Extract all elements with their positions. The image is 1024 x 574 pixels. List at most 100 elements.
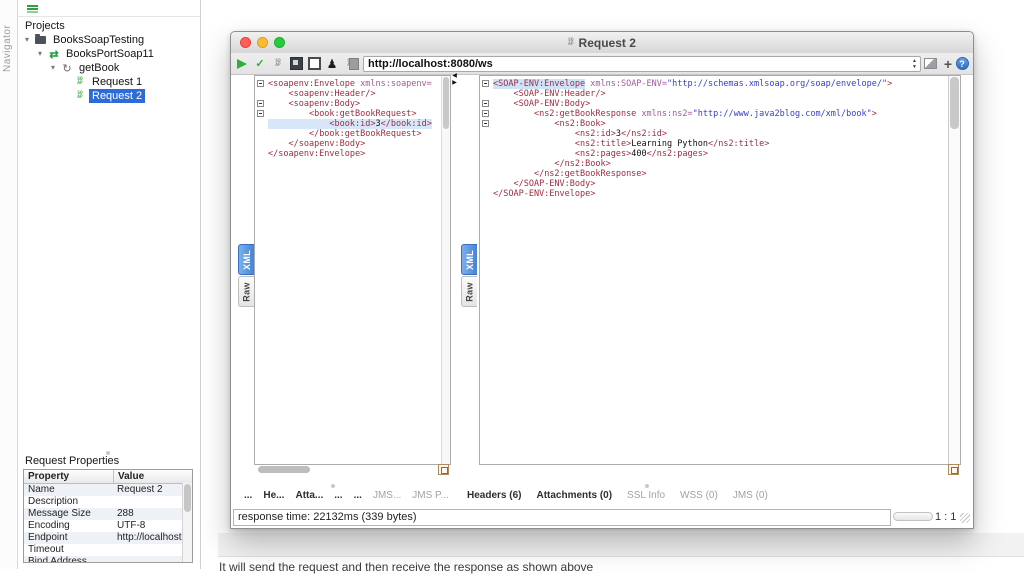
xml-line[interactable]: </soapenv:Body> xyxy=(255,139,440,149)
submit-request-button[interactable] xyxy=(235,56,249,71)
property-row[interactable]: Message Size288 xyxy=(24,508,192,520)
tree-item-request-2[interactable]: SOAPRequest 2 xyxy=(18,89,199,103)
zoom-button[interactable] xyxy=(274,37,285,48)
property-value[interactable]: UTF-8 xyxy=(113,520,192,532)
clone-request-button[interactable]: ♟ xyxy=(325,56,339,71)
property-value[interactable] xyxy=(113,544,192,556)
splitter-grip-icon[interactable] xyxy=(645,484,649,488)
minimize-button[interactable] xyxy=(257,37,268,48)
scrollbar-thumb[interactable] xyxy=(184,484,191,512)
xml-line[interactable]: <book:id>3</book:id> xyxy=(255,119,440,129)
panel-tab[interactable]: Attachments (0) xyxy=(536,490,612,501)
properties-scrollbar[interactable] xyxy=(182,483,192,562)
expand-caret-icon[interactable]: ▾ xyxy=(48,61,58,75)
property-row[interactable]: NameRequest 2 xyxy=(24,484,192,496)
xml-line[interactable]: <soapenv:Body> xyxy=(255,99,440,109)
property-value[interactable] xyxy=(113,496,192,508)
request-xml-editor[interactable]: <soapenv:Envelope xmlns:soapenv= <soapen… xyxy=(254,75,451,465)
xml-line[interactable]: <ns2:pages>400</ns2:pages> xyxy=(480,149,947,159)
collapse-right-icon[interactable]: ▶ xyxy=(452,80,457,87)
panel-tab[interactable]: Atta... xyxy=(295,490,323,501)
tree-item-request-1[interactable]: SOAPRequest 1 xyxy=(18,75,199,89)
panel-tab[interactable]: ... xyxy=(354,490,362,501)
cancel-request-button[interactable] xyxy=(345,56,359,71)
property-value[interactable]: http://localhost:... xyxy=(113,532,192,544)
property-value[interactable]: Request 2 xyxy=(113,484,192,496)
property-value[interactable]: 288 xyxy=(113,508,192,520)
tab-raw[interactable]: Raw xyxy=(461,276,477,307)
xml-line[interactable]: <soapenv:Header/> xyxy=(255,89,440,99)
xml-line[interactable]: </soapenv:Envelope> xyxy=(255,149,440,159)
xml-line[interactable]: </ns2:getBookResponse> xyxy=(480,169,947,179)
xml-line[interactable]: <ns2:title>Learning Python</ns2:title> xyxy=(480,139,947,149)
response-horizontal-scrollbar[interactable] xyxy=(479,464,959,475)
panel-tab[interactable]: JMS P... xyxy=(412,490,449,501)
soap-badge-button[interactable]: SOAP xyxy=(271,56,285,71)
xml-line[interactable]: <SOAP-ENV:Header/> xyxy=(480,89,947,99)
fold-toggle-icon[interactable] xyxy=(482,120,489,127)
panel-tab[interactable]: JMS (0) xyxy=(733,490,768,501)
tree-item-booksportsoap11[interactable]: ▾⇄BooksPortSoap11 xyxy=(18,47,199,61)
xml-line[interactable]: <soapenv:Envelope xmlns:soapenv= xyxy=(255,79,440,89)
editor-corner-icon[interactable] xyxy=(438,464,449,475)
url-stepper-icon[interactable]: ▲▼ xyxy=(912,58,917,70)
xml-line[interactable]: <ns2:id>3</ns2:id> xyxy=(480,129,947,139)
split-view-button[interactable] xyxy=(923,56,937,71)
xml-line[interactable]: <SOAP-ENV:Envelope xmlns:SOAP-ENV="http:… xyxy=(480,79,947,89)
xml-line[interactable]: <ns2:getBookResponse xmlns:ns2="http://w… xyxy=(480,109,947,119)
panel-splitter[interactable]: ◀ ▶ xyxy=(450,73,459,87)
xml-line[interactable]: </book:getBookRequest> xyxy=(255,129,440,139)
tree-item-getbook[interactable]: ▾↻getBook xyxy=(18,61,199,75)
resize-grip-icon[interactable] xyxy=(960,513,970,523)
property-row[interactable]: Timeout xyxy=(24,544,192,556)
request-vertical-scrollbar[interactable] xyxy=(441,76,450,464)
splitter-grip-icon[interactable] xyxy=(331,484,335,488)
fold-toggle-icon[interactable] xyxy=(482,80,489,87)
tree-item-bookssoaptesting[interactable]: ▾BooksSoapTesting xyxy=(18,33,199,47)
panel-tab[interactable]: SSL Info xyxy=(627,490,665,501)
property-row[interactable]: Endpointhttp://localhost:... xyxy=(24,532,192,544)
fold-toggle-icon[interactable] xyxy=(482,110,489,117)
expand-caret-icon[interactable]: ▾ xyxy=(22,33,32,47)
fold-toggle-icon[interactable] xyxy=(482,100,489,107)
property-row[interactable]: Description xyxy=(24,496,192,508)
expand-caret-icon[interactable]: ▾ xyxy=(35,47,45,61)
xml-line[interactable]: <ns2:Book> xyxy=(480,119,947,129)
status-scrollbar[interactable] xyxy=(893,512,933,521)
fold-toggle-icon[interactable] xyxy=(257,100,264,107)
add-tab-button[interactable]: + xyxy=(941,56,955,71)
panel-tab[interactable]: Headers (6) xyxy=(467,490,521,501)
column-header[interactable]: Property xyxy=(24,470,114,483)
panel-tab[interactable]: WSS (0) xyxy=(680,490,718,501)
scrollbar-thumb[interactable] xyxy=(258,466,310,473)
project-list-icon[interactable] xyxy=(27,5,38,7)
column-header[interactable]: Value xyxy=(114,470,192,483)
xml-line[interactable]: </ns2:Book> xyxy=(480,159,947,169)
property-row[interactable]: EncodingUTF-8 xyxy=(24,520,192,532)
panel-tab[interactable]: JMS... xyxy=(373,490,401,501)
xml-line[interactable]: <SOAP-ENV:Body> xyxy=(480,99,947,109)
scrollbar-thumb[interactable] xyxy=(443,77,449,129)
property-value[interactable] xyxy=(113,556,192,563)
xml-line[interactable]: <book:getBookRequest> xyxy=(255,109,440,119)
xml-line[interactable]: </SOAP-ENV:Body> xyxy=(480,179,947,189)
window-titlebar[interactable]: SOAP Request 2 xyxy=(231,32,973,54)
response-xml-editor[interactable]: <SOAP-ENV:Envelope xmlns:SOAP-ENV="http:… xyxy=(479,75,961,465)
tab-xml[interactable]: XML xyxy=(461,244,477,275)
add-to-testcase-button[interactable]: ✓ xyxy=(253,56,267,71)
scrollbar-thumb[interactable] xyxy=(950,77,959,129)
request-horizontal-scrollbar[interactable] xyxy=(254,464,449,475)
help-button[interactable]: ? xyxy=(955,56,969,71)
collapse-left-icon[interactable]: ◀ xyxy=(452,73,457,80)
panel-tab[interactable]: He... xyxy=(263,490,284,501)
tab-raw[interactable]: Raw xyxy=(238,276,254,307)
endpoint-url-input[interactable] xyxy=(364,57,902,71)
xml-line[interactable]: </SOAP-ENV:Envelope> xyxy=(480,189,947,199)
editor-corner-icon[interactable] xyxy=(948,464,959,475)
fold-toggle-icon[interactable] xyxy=(257,80,264,87)
fold-toggle-icon[interactable] xyxy=(257,110,264,117)
response-vertical-scrollbar[interactable] xyxy=(948,76,960,464)
create-empty-button[interactable] xyxy=(307,56,321,71)
panel-tab[interactable]: ... xyxy=(334,490,342,501)
close-button[interactable] xyxy=(240,37,251,48)
